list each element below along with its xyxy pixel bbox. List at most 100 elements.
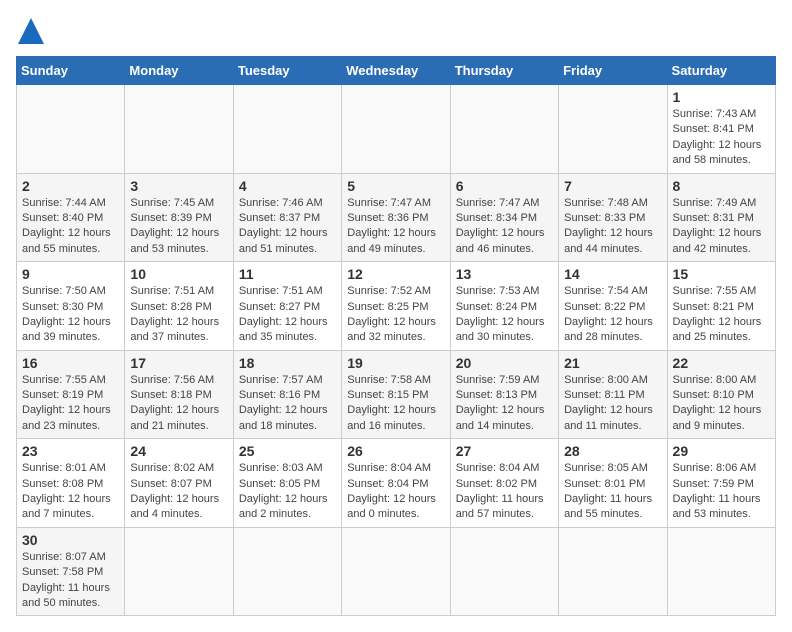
day-cell: 26 Sunrise: 8:04 AMSunset: 8:04 PMDaylig… [342, 439, 450, 528]
day-number: 21 [564, 355, 661, 371]
day-number: 4 [239, 178, 336, 194]
day-number: 24 [130, 443, 227, 459]
col-header-friday: Friday [559, 57, 667, 85]
day-cell: 20 Sunrise: 7:59 AMSunset: 8:13 PMDaylig… [450, 350, 558, 439]
day-cell: 1 Sunrise: 7:43 AMSunset: 8:41 PMDayligh… [667, 85, 775, 174]
col-header-monday: Monday [125, 57, 233, 85]
day-detail: Sunrise: 7:49 AMSunset: 8:31 PMDaylight:… [673, 197, 762, 255]
day-detail: Sunrise: 7:59 AMSunset: 8:13 PMDaylight:… [456, 374, 545, 432]
day-number: 5 [347, 178, 444, 194]
day-number: 11 [239, 266, 336, 282]
day-cell: 11 Sunrise: 7:51 AMSunset: 8:27 PMDaylig… [233, 262, 341, 351]
col-header-thursday: Thursday [450, 57, 558, 85]
day-cell: 30 Sunrise: 8:07 AMSunset: 7:58 PMDaylig… [17, 527, 125, 616]
day-number: 7 [564, 178, 661, 194]
day-cell: 17 Sunrise: 7:56 AMSunset: 8:18 PMDaylig… [125, 350, 233, 439]
day-detail: Sunrise: 8:06 AMSunset: 7:59 PMDaylight:… [673, 462, 761, 520]
day-number: 27 [456, 443, 553, 459]
day-number: 25 [239, 443, 336, 459]
day-detail: Sunrise: 7:44 AMSunset: 8:40 PMDaylight:… [22, 197, 111, 255]
day-detail: Sunrise: 7:46 AMSunset: 8:37 PMDaylight:… [239, 197, 328, 255]
header-row: SundayMondayTuesdayWednesdayThursdayFrid… [17, 57, 776, 85]
day-cell: 3 Sunrise: 7:45 AMSunset: 8:39 PMDayligh… [125, 173, 233, 262]
calendar-table: SundayMondayTuesdayWednesdayThursdayFrid… [16, 56, 776, 616]
logo [16, 16, 50, 46]
day-number: 19 [347, 355, 444, 371]
day-detail: Sunrise: 7:48 AMSunset: 8:33 PMDaylight:… [564, 197, 653, 255]
col-header-wednesday: Wednesday [342, 57, 450, 85]
day-detail: Sunrise: 8:00 AMSunset: 8:10 PMDaylight:… [673, 374, 762, 432]
day-number: 26 [347, 443, 444, 459]
day-number: 20 [456, 355, 553, 371]
day-cell: 4 Sunrise: 7:46 AMSunset: 8:37 PMDayligh… [233, 173, 341, 262]
day-cell [125, 85, 233, 174]
week-row-5: 23 Sunrise: 8:01 AMSunset: 8:08 PMDaylig… [17, 439, 776, 528]
day-number: 10 [130, 266, 227, 282]
day-cell [342, 85, 450, 174]
day-cell: 9 Sunrise: 7:50 AMSunset: 8:30 PMDayligh… [17, 262, 125, 351]
day-detail: Sunrise: 8:00 AMSunset: 8:11 PMDaylight:… [564, 374, 653, 432]
day-cell: 8 Sunrise: 7:49 AMSunset: 8:31 PMDayligh… [667, 173, 775, 262]
day-cell [450, 527, 558, 616]
week-row-3: 9 Sunrise: 7:50 AMSunset: 8:30 PMDayligh… [17, 262, 776, 351]
day-cell: 29 Sunrise: 8:06 AMSunset: 7:59 PMDaylig… [667, 439, 775, 528]
day-detail: Sunrise: 7:47 AMSunset: 8:34 PMDaylight:… [456, 197, 545, 255]
day-cell: 23 Sunrise: 8:01 AMSunset: 8:08 PMDaylig… [17, 439, 125, 528]
day-cell [559, 527, 667, 616]
day-cell: 2 Sunrise: 7:44 AMSunset: 8:40 PMDayligh… [17, 173, 125, 262]
day-detail: Sunrise: 8:04 AMSunset: 8:02 PMDaylight:… [456, 462, 544, 520]
day-detail: Sunrise: 7:58 AMSunset: 8:15 PMDaylight:… [347, 374, 436, 432]
day-cell: 25 Sunrise: 8:03 AMSunset: 8:05 PMDaylig… [233, 439, 341, 528]
day-cell: 22 Sunrise: 8:00 AMSunset: 8:10 PMDaylig… [667, 350, 775, 439]
day-number: 28 [564, 443, 661, 459]
day-detail: Sunrise: 7:52 AMSunset: 8:25 PMDaylight:… [347, 285, 436, 343]
day-cell: 16 Sunrise: 7:55 AMSunset: 8:19 PMDaylig… [17, 350, 125, 439]
day-detail: Sunrise: 7:43 AMSunset: 8:41 PMDaylight:… [673, 108, 762, 166]
col-header-sunday: Sunday [17, 57, 125, 85]
day-detail: Sunrise: 8:02 AMSunset: 8:07 PMDaylight:… [130, 462, 219, 520]
day-cell [233, 527, 341, 616]
day-number: 29 [673, 443, 770, 459]
day-cell [17, 85, 125, 174]
day-detail: Sunrise: 7:56 AMSunset: 8:18 PMDaylight:… [130, 374, 219, 432]
day-number: 1 [673, 89, 770, 105]
day-cell: 28 Sunrise: 8:05 AMSunset: 8:01 PMDaylig… [559, 439, 667, 528]
page-header [16, 16, 776, 46]
day-number: 2 [22, 178, 119, 194]
day-detail: Sunrise: 7:53 AMSunset: 8:24 PMDaylight:… [456, 285, 545, 343]
day-number: 6 [456, 178, 553, 194]
day-cell [450, 85, 558, 174]
col-header-saturday: Saturday [667, 57, 775, 85]
day-detail: Sunrise: 8:07 AMSunset: 7:58 PMDaylight:… [22, 551, 110, 609]
day-cell: 12 Sunrise: 7:52 AMSunset: 8:25 PMDaylig… [342, 262, 450, 351]
day-cell [667, 527, 775, 616]
col-header-tuesday: Tuesday [233, 57, 341, 85]
day-cell [342, 527, 450, 616]
day-detail: Sunrise: 7:51 AMSunset: 8:27 PMDaylight:… [239, 285, 328, 343]
day-detail: Sunrise: 7:57 AMSunset: 8:16 PMDaylight:… [239, 374, 328, 432]
day-detail: Sunrise: 7:51 AMSunset: 8:28 PMDaylight:… [130, 285, 219, 343]
day-detail: Sunrise: 8:03 AMSunset: 8:05 PMDaylight:… [239, 462, 328, 520]
day-number: 12 [347, 266, 444, 282]
day-number: 30 [22, 532, 119, 548]
logo-icon [16, 16, 46, 46]
day-number: 13 [456, 266, 553, 282]
day-detail: Sunrise: 7:50 AMSunset: 8:30 PMDaylight:… [22, 285, 111, 343]
day-cell: 6 Sunrise: 7:47 AMSunset: 8:34 PMDayligh… [450, 173, 558, 262]
day-cell: 18 Sunrise: 7:57 AMSunset: 8:16 PMDaylig… [233, 350, 341, 439]
day-detail: Sunrise: 7:55 AMSunset: 8:21 PMDaylight:… [673, 285, 762, 343]
day-number: 14 [564, 266, 661, 282]
day-cell: 15 Sunrise: 7:55 AMSunset: 8:21 PMDaylig… [667, 262, 775, 351]
day-detail: Sunrise: 7:54 AMSunset: 8:22 PMDaylight:… [564, 285, 653, 343]
day-number: 9 [22, 266, 119, 282]
day-number: 18 [239, 355, 336, 371]
day-cell: 24 Sunrise: 8:02 AMSunset: 8:07 PMDaylig… [125, 439, 233, 528]
week-row-1: 1 Sunrise: 7:43 AMSunset: 8:41 PMDayligh… [17, 85, 776, 174]
day-detail: Sunrise: 8:01 AMSunset: 8:08 PMDaylight:… [22, 462, 111, 520]
day-number: 8 [673, 178, 770, 194]
day-detail: Sunrise: 7:45 AMSunset: 8:39 PMDaylight:… [130, 197, 219, 255]
day-detail: Sunrise: 7:47 AMSunset: 8:36 PMDaylight:… [347, 197, 436, 255]
day-number: 22 [673, 355, 770, 371]
day-cell: 14 Sunrise: 7:54 AMSunset: 8:22 PMDaylig… [559, 262, 667, 351]
day-cell: 27 Sunrise: 8:04 AMSunset: 8:02 PMDaylig… [450, 439, 558, 528]
